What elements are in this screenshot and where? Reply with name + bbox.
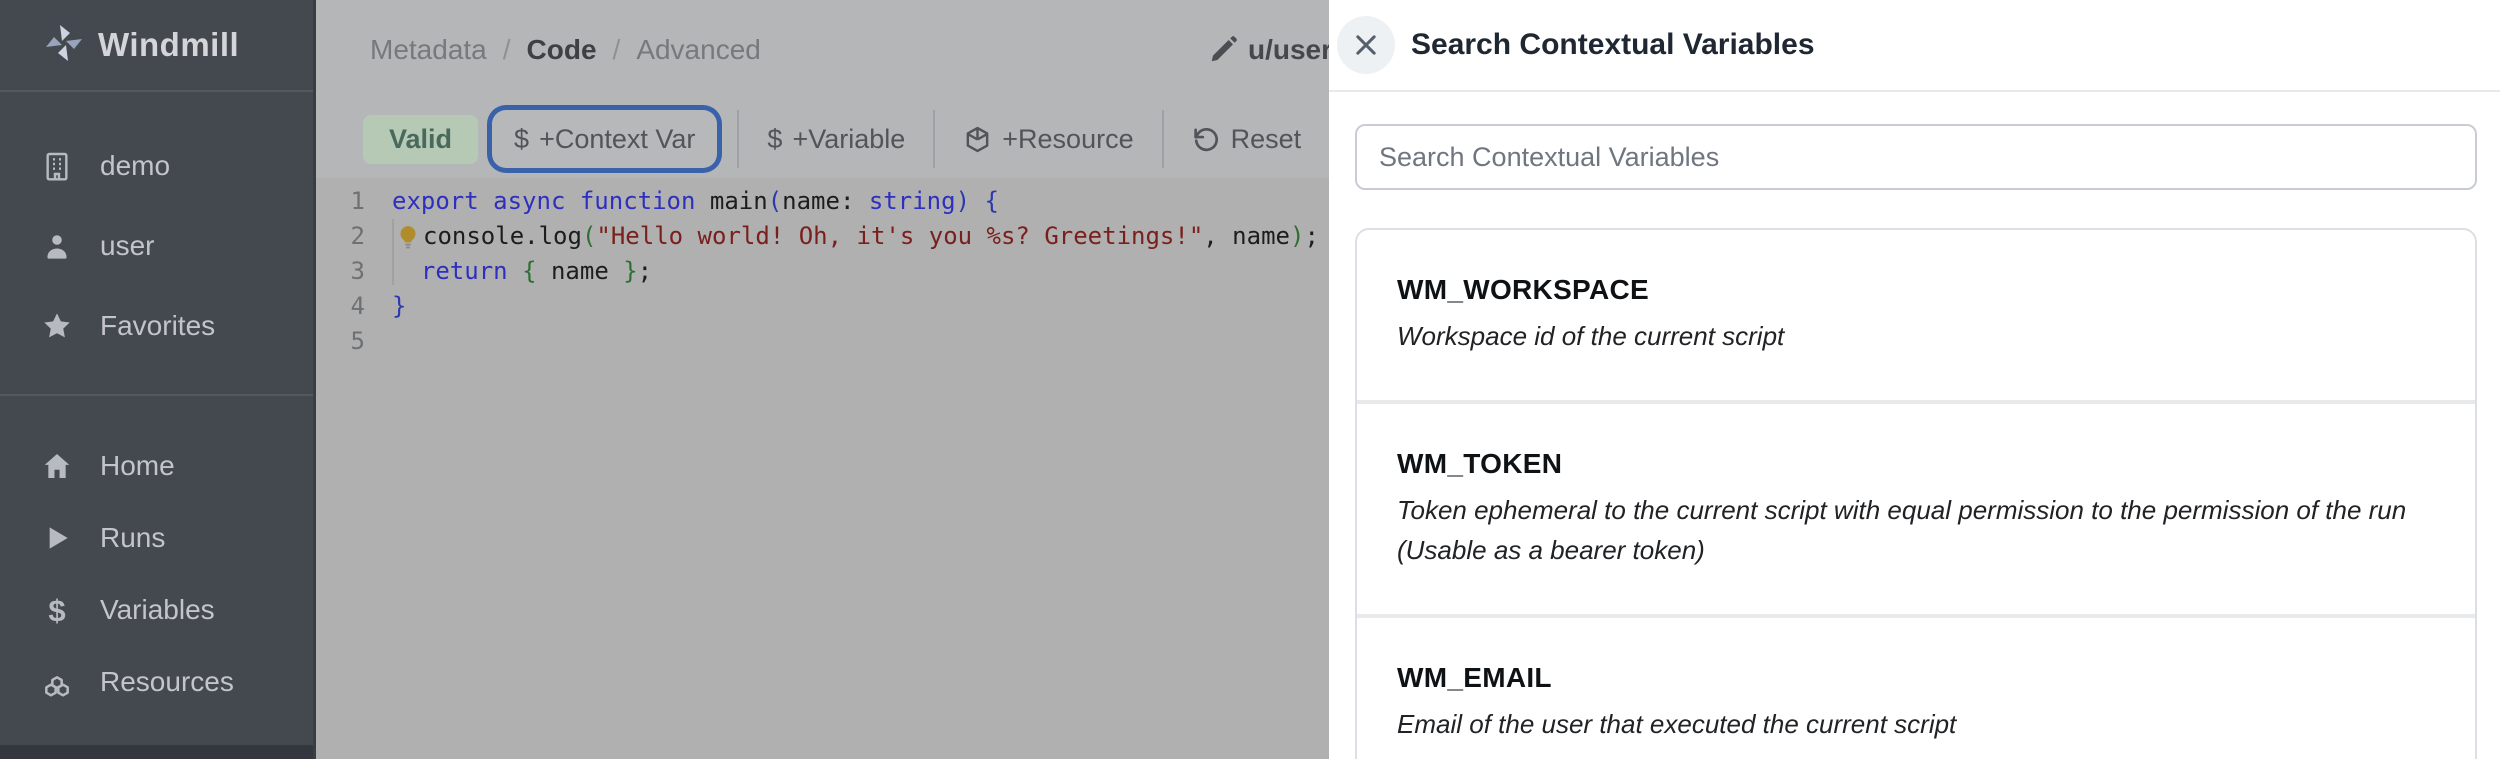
sidebar-item-label: Home [100, 450, 175, 482]
code-line: 5 [316, 324, 1329, 359]
sidebar-item-home[interactable]: Home [0, 430, 313, 502]
variable-description: Token ephemeral to the current script wi… [1397, 490, 2435, 570]
sidebar-workspace-group: demo user Favorites [0, 92, 313, 396]
user-icon [40, 229, 74, 263]
add-resource-button[interactable]: +Resource [941, 110, 1155, 168]
tab-advanced[interactable]: Advanced [636, 34, 761, 66]
code-line: 1export async function main(name: string… [316, 184, 1329, 219]
script-path: u/user/l [1248, 34, 1329, 66]
boxes-icon [40, 665, 74, 699]
tab-metadata[interactable]: Metadata [370, 34, 487, 66]
building-icon [40, 149, 74, 183]
variable-name: WM_EMAIL [1397, 662, 2435, 694]
toolbar-divider [1162, 110, 1164, 168]
sidebar-item-label: Resources [100, 666, 234, 698]
status-badge-valid: Valid [363, 115, 478, 164]
windmill-pinwheel-icon [44, 23, 84, 68]
contextual-variable-item[interactable]: WM_EMAIL Email of the user that executed … [1357, 614, 2475, 759]
contextual-variables-list: WM_WORKSPACE Workspace id of the current … [1355, 228, 2477, 759]
variable-description: Workspace id of the current script [1397, 316, 2435, 356]
sidebar-item-label: Runs [100, 522, 165, 554]
add-context-var-button[interactable]: $ +Context Var [492, 110, 717, 168]
breadcrumb-separator: / [503, 34, 511, 66]
variable-description: Email of the user that executed the curr… [1397, 704, 2435, 744]
sidebar-nav-group: Home Runs $ Variables [0, 396, 313, 746]
sidebar-item-favorites[interactable]: Favorites [0, 286, 313, 366]
contextual-variables-drawer: Search Contextual Variables WM_WORKSPACE… [1329, 0, 2500, 759]
search-contextual-variables-input[interactable] [1355, 124, 2477, 190]
variable-name: WM_WORKSPACE [1397, 274, 2435, 306]
script-path-group[interactable]: u/user/l [1208, 0, 1329, 100]
sidebar-item-user[interactable]: user [0, 206, 313, 286]
indent-guide [392, 219, 394, 285]
dollar-icon: $ [767, 124, 782, 155]
line-number: 1 [316, 184, 365, 219]
toolbar-divider [737, 110, 739, 168]
dollar-icon: $ [514, 124, 529, 155]
app-title: Windmill [98, 26, 239, 64]
sidebar-item-resources[interactable]: Resources [0, 646, 313, 718]
rotate-ccw-icon [1192, 125, 1221, 154]
code-line: 3 return { name }; [316, 254, 1329, 289]
cube-icon [963, 125, 992, 154]
line-number: 3 [316, 254, 365, 289]
code-line: 2console.log("Hello world! Oh, it's you … [316, 219, 1329, 254]
sidebar: Windmill demo user [0, 0, 316, 759]
breadcrumb: Metadata / Code / Advanced [370, 0, 761, 100]
star-icon [40, 309, 74, 343]
add-variable-button[interactable]: $ +Variable [745, 110, 927, 168]
close-icon [1352, 31, 1380, 59]
toolbar-divider [933, 110, 935, 168]
breadcrumb-separator: / [613, 34, 621, 66]
topbar: Metadata / Code / Advanced u/user/l [316, 0, 1329, 100]
sidebar-footer [0, 745, 313, 759]
sidebar-item-label: demo [100, 150, 170, 182]
drawer-title: Search Contextual Variables [1411, 28, 1815, 62]
close-drawer-button[interactable] [1337, 16, 1395, 74]
line-number: 4 [316, 289, 365, 324]
pencil-icon [1208, 35, 1238, 65]
sidebar-item-label: Favorites [100, 310, 215, 342]
sidebar-item-label: user [100, 230, 154, 262]
main-content: Metadata / Code / Advanced u/user/l Vali… [316, 0, 1329, 759]
contextual-variable-item[interactable]: WM_WORKSPACE Workspace id of the current … [1357, 230, 2475, 400]
tab-code[interactable]: Code [527, 34, 597, 66]
play-icon [40, 521, 74, 555]
line-number: 2 [316, 219, 365, 254]
windmill-logo[interactable]: Windmill [0, 0, 313, 92]
reset-button[interactable]: Reset [1170, 110, 1324, 168]
windmill-app: Windmill demo user [0, 0, 2500, 759]
lightbulb-icon[interactable] [392, 221, 423, 252]
line-number: 5 [316, 324, 365, 359]
sidebar-item-label: Variables [100, 594, 215, 626]
home-icon [40, 449, 74, 483]
sidebar-item-runs[interactable]: Runs [0, 502, 313, 574]
drawer-header: Search Contextual Variables [1329, 0, 2500, 92]
code-editor[interactable]: 1export async function main(name: string… [316, 178, 1329, 604]
code-line: 4} [316, 289, 1329, 324]
sidebar-item-variables[interactable]: $ Variables [0, 574, 313, 646]
editor-toolbar: Valid $ +Context Var $ +Variable +Resour… [316, 100, 1329, 178]
sidebar-item-workspace-demo[interactable]: demo [0, 126, 313, 206]
dollar-icon: $ [40, 593, 74, 627]
drawer-body: WM_WORKSPACE Workspace id of the current … [1329, 92, 2500, 759]
contextual-variable-item[interactable]: WM_TOKEN Token ephemeral to the current s… [1357, 400, 2475, 614]
variable-name: WM_TOKEN [1397, 448, 2435, 480]
